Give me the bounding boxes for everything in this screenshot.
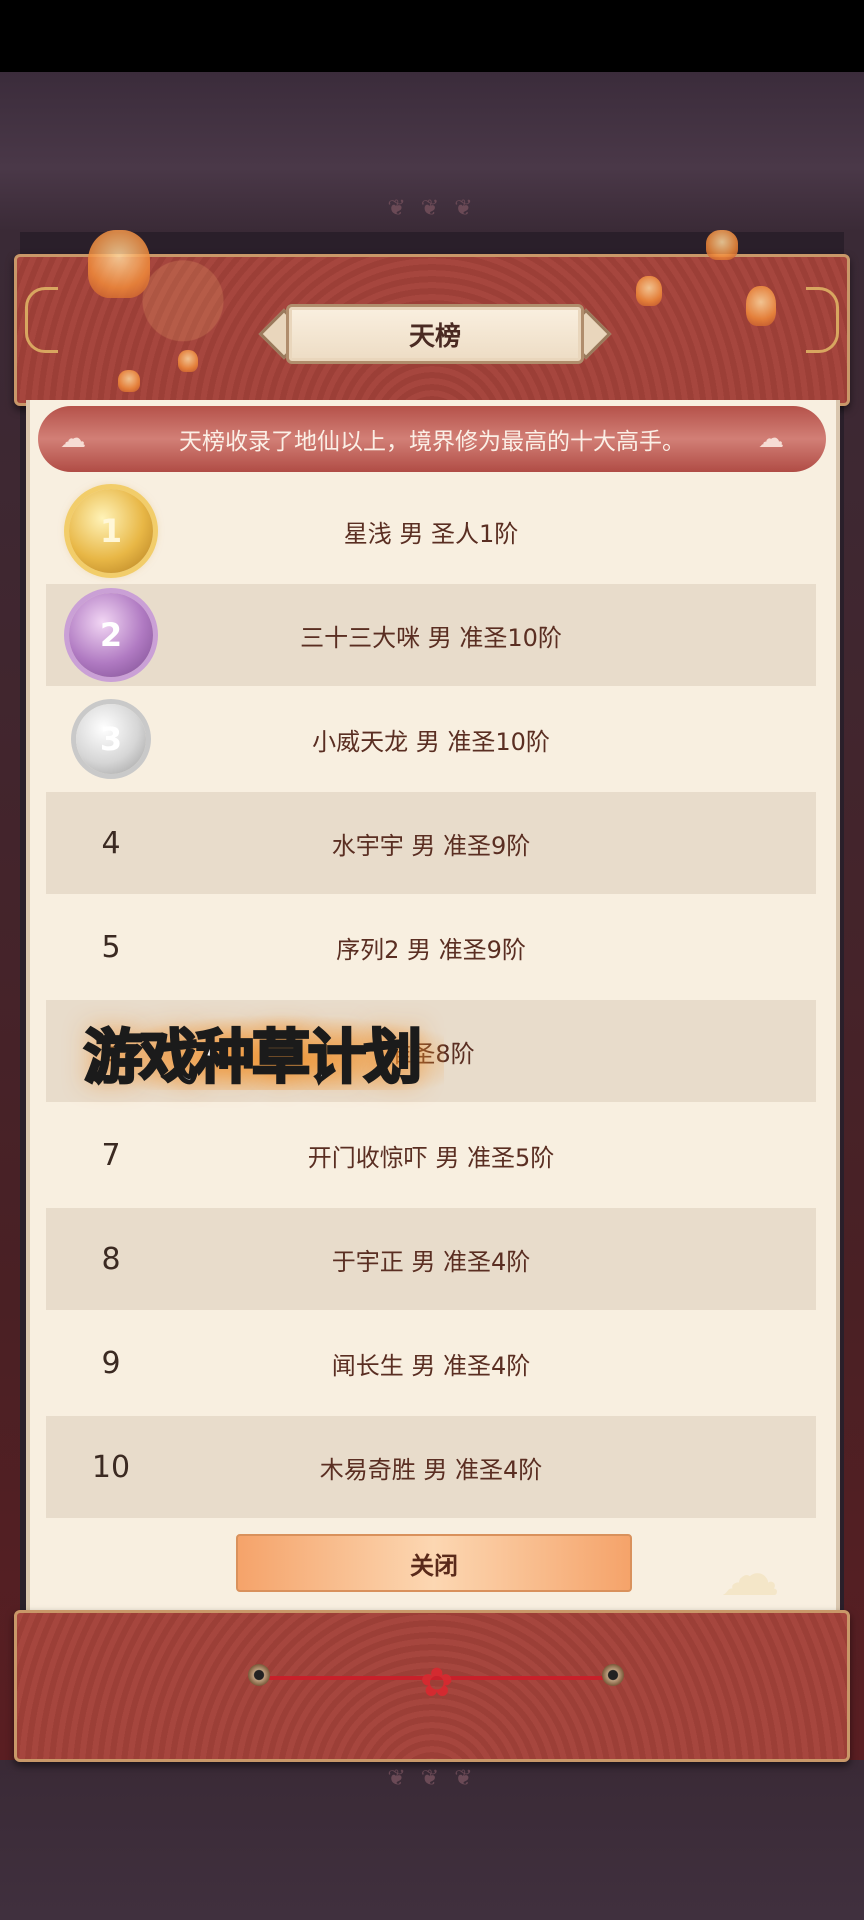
pin-icon	[602, 1664, 624, 1686]
close-button[interactable]: 关闭	[236, 1534, 632, 1592]
rank-number: 10	[91, 1449, 131, 1485]
cloud-icon: ☁	[720, 1540, 780, 1610]
ranking-row-4[interactable]: 4 水宇宇 男 准圣9阶	[46, 792, 816, 894]
lantern-icon	[706, 230, 738, 260]
player-info: 于宇正 男 准圣4阶	[331, 1247, 531, 1276]
rank-number: 8	[101, 1241, 121, 1277]
silver-medal-icon: 3	[76, 704, 146, 774]
purple-medal-icon: 2	[69, 593, 153, 677]
ornament-top: ❦ ❦ ❦	[387, 196, 477, 221]
rank-number: 9	[101, 1345, 121, 1381]
background-right	[844, 232, 864, 1760]
ornament-bottom: ❦ ❦ ❦	[387, 1766, 477, 1791]
lantern-icon	[178, 350, 198, 372]
player-info: 三十三大咪 男 准圣10阶	[300, 623, 562, 652]
intro-text: 天榜收录了地仙以上，境界修为最高的十大高手。	[179, 429, 685, 455]
knot-icon: ✿	[420, 1660, 454, 1706]
lantern-icon	[88, 230, 150, 298]
rank-number: 7	[101, 1137, 121, 1173]
gold-medal-icon: 1	[69, 489, 153, 573]
pin-icon	[248, 1664, 270, 1686]
lantern-icon	[746, 286, 776, 326]
ranking-row-1[interactable]: 1 星浅 男 圣人1阶	[46, 480, 816, 582]
player-info: 小威天龙 男 准圣10阶	[312, 727, 550, 756]
cloud-icon: ☁	[60, 424, 86, 454]
ranking-row-9[interactable]: 9 闻长生 男 准圣4阶	[46, 1312, 816, 1414]
ranking-row-2[interactable]: 2 三十三大咪 男 准圣10阶	[46, 584, 816, 686]
watermark: 游戏种草计划	[83, 1014, 444, 1093]
player-info: 闻长生 男 准圣4阶	[331, 1351, 531, 1380]
rank-number: 4	[101, 825, 121, 861]
ranking-row-5[interactable]: 5 序列2 男 准圣9阶	[46, 896, 816, 998]
rank-number: 5	[101, 929, 121, 965]
ranking-row-8[interactable]: 8 于宇正 男 准圣4阶	[46, 1208, 816, 1310]
player-info: 木易奇胜 男 准圣4阶	[319, 1455, 543, 1484]
lantern-icon	[118, 370, 140, 392]
ranking-row-3[interactable]: 3 小威天龙 男 准圣10阶	[46, 688, 816, 790]
player-info: 序列2 男 准圣9阶	[336, 935, 526, 964]
player-info: 水宇宇 男 准圣9阶	[331, 831, 531, 860]
intro-banner: 天榜收录了地仙以上，境界修为最高的十大高手。	[38, 406, 826, 472]
player-info: 开门收惊吓 男 准圣5阶	[307, 1143, 555, 1172]
page-title: 天榜	[286, 304, 584, 364]
lantern-icon	[636, 276, 662, 306]
cloud-icon: ☁	[758, 424, 784, 454]
background-left	[0, 232, 20, 1760]
ranking-row-7[interactable]: 7 开门收惊吓 男 准圣5阶	[46, 1104, 816, 1206]
corner-ornament-right	[806, 287, 839, 353]
ranking-row-10[interactable]: 10 木易奇胜 男 准圣4阶	[46, 1416, 816, 1518]
status-bar	[0, 0, 864, 72]
player-info: 星浅 男 圣人1阶	[343, 519, 519, 548]
corner-ornament-left	[25, 287, 58, 353]
